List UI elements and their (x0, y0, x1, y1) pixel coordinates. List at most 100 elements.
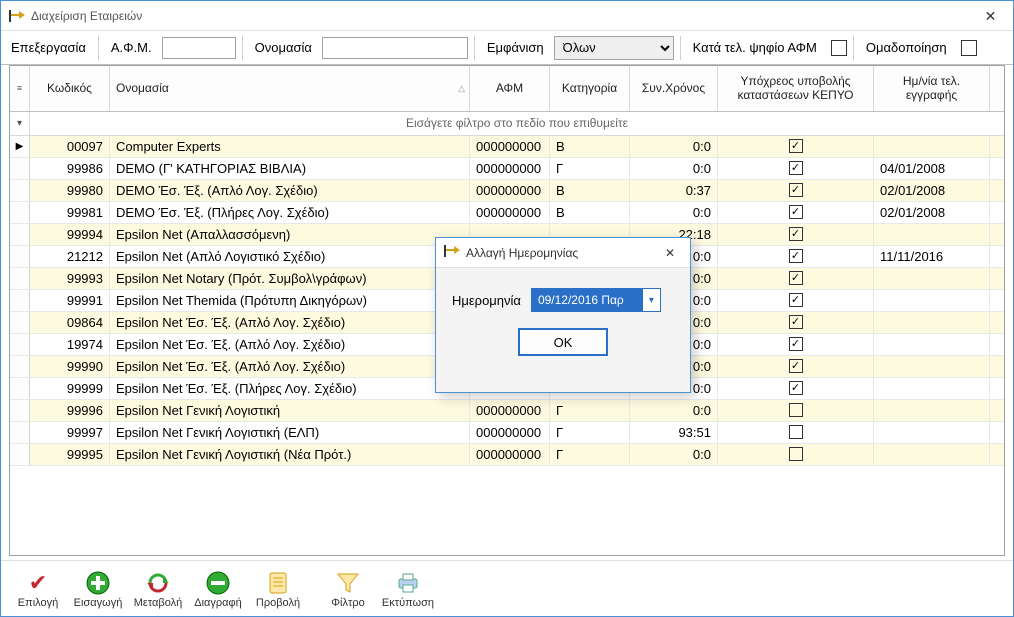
row-indicator: ▶ (10, 136, 30, 157)
cell-name: Epsilon Net Έσ. Έξ. (Απλό Λογ. Σχέδιο) (110, 312, 470, 333)
view-button[interactable]: Προβολή (251, 569, 305, 609)
cell-kepyo: ✓ (718, 378, 874, 399)
cell-kepyo (718, 400, 874, 421)
col-kepyo[interactable]: Υπόχρεος υποβολής καταστάσεων ΚΕΠΥΟ (718, 66, 874, 111)
col-last-date[interactable]: Ημ/νία τελ. εγγραφής (874, 66, 990, 111)
cell-code: 99986 (30, 158, 110, 179)
kepyo-checkbox[interactable]: ✓ (789, 359, 803, 373)
table-row[interactable]: ▶00097Computer Experts000000000Β0:0✓ (10, 136, 1004, 158)
grouping-checkbox[interactable] (961, 40, 977, 56)
grouping-label: Ομαδοποίηση (860, 36, 953, 59)
edit-label: Μεταβολή (134, 597, 182, 609)
kepyo-checkbox[interactable]: ✓ (789, 271, 803, 285)
cell-last-date (874, 334, 990, 355)
afm-label: Α.Φ.Μ. (105, 36, 158, 59)
table-row[interactable]: 99997Epsilon Net Γενική Λογιστική (ΕΛΠ)0… (10, 422, 1004, 444)
afm-input[interactable] (162, 37, 236, 59)
cell-last-date (874, 136, 990, 157)
kepyo-checkbox[interactable]: ✓ (789, 205, 803, 219)
divider (98, 36, 99, 60)
cell-category: Γ (550, 400, 630, 421)
cell-kepyo: ✓ (718, 158, 874, 179)
kepyo-checkbox[interactable]: ✓ (789, 293, 803, 307)
divider (474, 36, 475, 60)
kepyo-checkbox[interactable]: ✓ (789, 227, 803, 241)
cell-time: 0:0 (630, 136, 718, 157)
kepyo-checkbox[interactable]: ✓ (789, 381, 803, 395)
cell-last-date (874, 422, 990, 443)
cell-last-date (874, 400, 990, 421)
cell-name: Epsilon Net (Απλό Λογιστικό Σχέδιο) (110, 246, 470, 267)
cell-code: 99990 (30, 356, 110, 377)
cell-last-date: 02/01/2008 (874, 202, 990, 223)
kepyo-checkbox[interactable] (789, 425, 803, 439)
minus-circle-icon (204, 569, 232, 597)
table-row[interactable]: 99995Epsilon Net Γενική Λογιστική (Νέα Π… (10, 444, 1004, 466)
cell-code: 99994 (30, 224, 110, 245)
col-afm[interactable]: ΑΦΜ (470, 66, 550, 111)
cell-time: 0:37 (630, 180, 718, 201)
cell-afm: 000000000 (470, 180, 550, 201)
cell-afm: 000000000 (470, 444, 550, 465)
name-input[interactable] (322, 37, 468, 59)
kepyo-checkbox[interactable]: ✓ (789, 161, 803, 175)
show-select[interactable]: Όλων (554, 36, 674, 60)
cell-code: 09864 (30, 312, 110, 333)
col-name[interactable]: Ονομασία△ (110, 66, 470, 111)
kepyo-checkbox[interactable] (789, 447, 803, 461)
cell-name: Epsilon Net Notary (Πρότ. Συμβολ\γράφων) (110, 268, 470, 289)
chevron-down-icon[interactable]: ▾ (642, 289, 660, 311)
cell-last-date (874, 444, 990, 465)
name-label: Ονομασία (249, 36, 318, 59)
show-label: Εμφάνιση (481, 36, 550, 59)
print-button[interactable]: Εκτύπωση (381, 569, 435, 609)
insert-button[interactable]: Εισαγωγή (71, 569, 125, 609)
ok-button[interactable]: OK (518, 328, 608, 356)
kepyo-checkbox[interactable]: ✓ (789, 183, 803, 197)
kepyo-checkbox[interactable]: ✓ (789, 315, 803, 329)
col-code[interactable]: Κωδικός (30, 66, 110, 111)
dialog-icon (444, 245, 460, 260)
delete-label: Διαγραφή (194, 597, 242, 609)
table-row[interactable]: 99981DEMO Έσ. Έξ. (Πλήρες Λογ. Σχέδιο)00… (10, 202, 1004, 224)
cell-name: Epsilon Net Έσ. Έξ. (Απλό Λογ. Σχέδιο) (110, 334, 470, 355)
cell-last-date (874, 356, 990, 377)
dialog-close-button[interactable]: ✕ (650, 238, 690, 268)
sort-asc-icon: △ (458, 83, 465, 94)
check-icon: ✔ (24, 569, 52, 597)
cell-time: 0:0 (630, 158, 718, 179)
col-category[interactable]: Κατηγορία (550, 66, 630, 111)
cell-name: Epsilon Net Themida (Πρότυπη Δικηγόρων) (110, 290, 470, 311)
col-time[interactable]: Συν.Χρόνος (630, 66, 718, 111)
cell-kepyo (718, 444, 874, 465)
delete-button[interactable]: Διαγραφή (191, 569, 245, 609)
table-row[interactable]: 99996Epsilon Net Γενική Λογιστική0000000… (10, 400, 1004, 422)
divider (242, 36, 243, 60)
cell-afm: 000000000 (470, 136, 550, 157)
cell-afm: 000000000 (470, 422, 550, 443)
dialog-footer: OK (436, 322, 690, 362)
kepyo-checkbox[interactable] (789, 403, 803, 417)
row-indicator-header[interactable]: ≡ (10, 66, 30, 111)
date-input[interactable]: 09/12/2016 Παρ ▾ (531, 288, 661, 312)
row-indicator (10, 290, 30, 311)
edit-button[interactable]: Μεταβολή (131, 569, 185, 609)
table-row[interactable]: 99980DEMO Έσ. Έξ. (Απλό Λογ. Σχέδιο)0000… (10, 180, 1004, 202)
kepyo-checkbox[interactable]: ✓ (789, 337, 803, 351)
row-indicator (10, 246, 30, 267)
close-button[interactable]: ✕ (968, 1, 1013, 31)
last-digit-checkbox[interactable] (831, 40, 847, 56)
print-label: Εκτύπωση (382, 597, 434, 609)
kepyo-checkbox[interactable]: ✓ (789, 249, 803, 263)
cell-kepyo: ✓ (718, 334, 874, 355)
select-button[interactable]: ✔ Επιλογή (11, 569, 65, 609)
filter-hint[interactable]: Εισάγετε φίλτρο στο πεδίο που επιθυμείτε (30, 112, 1004, 135)
filter-button[interactable]: Φίλτρο (321, 569, 375, 609)
filter-icon[interactable]: ▾ (10, 112, 30, 135)
kepyo-checkbox[interactable]: ✓ (789, 139, 803, 153)
cell-afm: 000000000 (470, 202, 550, 223)
table-row[interactable]: 99986DEMO (Γ' ΚΑΤΗΓΟΡΙΑΣ ΒΙΒΛΙΑ)00000000… (10, 158, 1004, 180)
cell-time: 93:51 (630, 422, 718, 443)
menu-edit[interactable]: Επεξεργασία (5, 36, 92, 59)
cell-name: Computer Experts (110, 136, 470, 157)
